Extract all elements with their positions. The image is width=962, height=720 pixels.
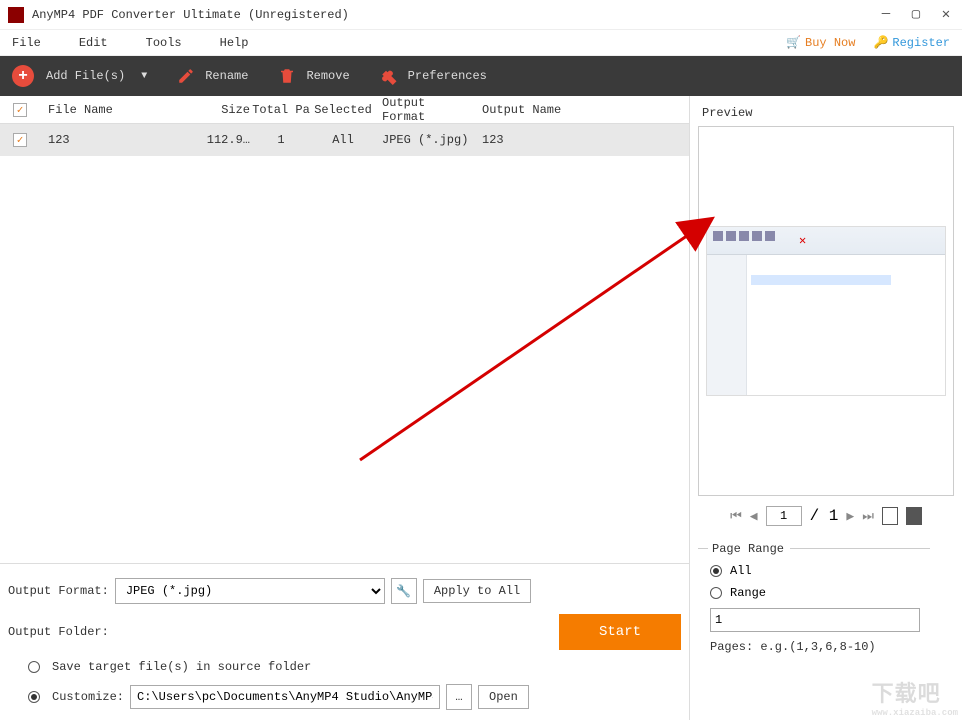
cell-output-name: 123 [474,133,689,147]
last-page-button[interactable]: ⏭ [862,509,874,524]
prev-page-button[interactable]: ◀ [750,509,758,524]
menu-file[interactable]: File [12,36,41,50]
tools-icon [380,67,398,85]
preview-thumbnail: ✕ [706,226,946,396]
key-icon: 🔑 [873,35,888,50]
col-output-name[interactable]: Output Name [474,103,689,117]
range-input[interactable] [710,608,920,632]
menu-help[interactable]: Help [220,36,249,50]
col-total-pages[interactable]: Total Pa [250,103,312,117]
radio-range-all[interactable] [710,565,722,577]
page-range-legend: Page Range [698,542,954,556]
customize-path-input[interactable] [130,685,440,709]
add-files-button[interactable]: + Add File(s) ▼ [12,65,147,87]
app-icon [8,7,24,23]
page-total: / 1 [810,507,839,525]
col-filename[interactable]: File Name [40,103,200,117]
plus-icon: + [12,65,34,87]
save-source-label: Save target file(s) in source folder [52,660,311,674]
window-title: AnyMP4 PDF Converter Ultimate (Unregiste… [32,8,878,22]
cell-selected: All [312,133,374,147]
titlebar: AnyMP4 PDF Converter Ultimate (Unregiste… [0,0,962,30]
cell-output-format: JPEG (*.jpg) [374,133,474,147]
preview-box: ✕ [698,126,954,496]
table-body: ✓ 123 112.9… 1 All JPEG (*.jpg) 123 [0,124,689,563]
menubar: File Edit Tools Help 🛒 Buy Now 🔑 Registe… [0,30,962,56]
cell-filename: 123 [40,133,200,147]
output-folder-label: Output Folder: [8,625,109,639]
table-header: ✓ File Name Size Total Pa Selected Outpu… [0,96,689,124]
pencil-icon [177,67,195,85]
trash-icon [278,67,296,85]
pager: ⏮ ◀ / 1 ▶ ⏭ [698,506,954,526]
output-format-select[interactable]: JPEG (*.jpg) [115,578,385,604]
select-all-checkbox[interactable]: ✓ [13,103,27,117]
cart-icon: 🛒 [786,35,801,50]
wrench-icon: 🔧 [396,584,411,599]
radio-save-source[interactable] [28,661,40,673]
page-input[interactable] [766,506,802,526]
bottom-panel: Output Format: JPEG (*.jpg) 🔧 Apply to A… [0,563,689,720]
register-link[interactable]: 🔑 Register [873,35,950,50]
output-format-label: Output Format: [8,584,109,598]
page-range-group: Page Range All Range Pages: e.g.(1,3,6,8… [698,542,954,654]
table-row[interactable]: ✓ 123 112.9… 1 All JPEG (*.jpg) 123 [0,124,689,156]
actual-size-icon[interactable] [906,507,922,525]
browse-button[interactable]: … [446,684,472,710]
rename-button[interactable]: Rename [177,67,248,85]
first-page-button[interactable]: ⏮ [730,509,742,524]
menu-edit[interactable]: Edit [79,36,108,50]
radio-customize[interactable] [28,691,40,703]
close-button[interactable]: ✕ [938,6,954,23]
chevron-down-icon[interactable]: ▼ [141,71,147,82]
preview-label: Preview [698,104,954,126]
open-folder-button[interactable]: Open [478,685,529,709]
cell-total-pages: 1 [250,133,312,147]
radio-range-custom[interactable] [710,587,722,599]
col-output-format[interactable]: Output Format [374,96,474,124]
customize-label: Customize: [52,690,124,704]
preferences-button[interactable]: Preferences [380,67,487,85]
col-selected[interactable]: Selected [312,103,374,117]
fit-page-icon[interactable] [882,507,898,525]
range-all-label: All [730,564,752,578]
start-button[interactable]: Start [559,614,681,650]
apply-to-all-button[interactable]: Apply to All [423,579,531,603]
buy-now-link[interactable]: 🛒 Buy Now [786,35,855,50]
cell-size: 112.9… [200,133,250,147]
col-size[interactable]: Size [200,103,250,117]
range-custom-label: Range [730,586,766,600]
format-settings-button[interactable]: 🔧 [391,578,417,604]
range-hint: Pages: e.g.(1,3,6,8-10) [710,640,954,654]
toolbar: + Add File(s) ▼ Rename Remove Preference… [0,56,962,96]
row-checkbox[interactable]: ✓ [13,133,27,147]
minimize-button[interactable]: — [878,6,894,23]
next-page-button[interactable]: ▶ [846,509,854,524]
menu-tools[interactable]: Tools [146,36,182,50]
maximize-button[interactable]: ▢ [908,6,924,23]
remove-button[interactable]: Remove [278,67,349,85]
